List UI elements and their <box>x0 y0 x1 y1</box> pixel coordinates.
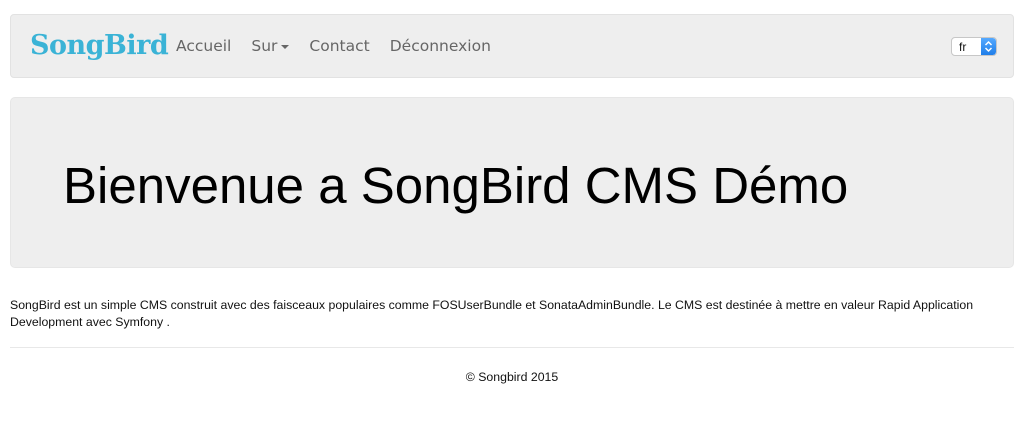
nav-item-label: Contact <box>309 37 370 55</box>
footer-divider <box>10 347 1014 348</box>
hero-jumbotron: Bienvenue a SongBird CMS Démo <box>10 97 1014 268</box>
nav-item-label: Sur <box>251 37 278 55</box>
select-arrows-icon <box>981 38 996 55</box>
nav-item-accueil[interactable]: Accueil <box>176 37 231 55</box>
caret-down-icon <box>281 44 290 49</box>
language-select[interactable]: fr <box>951 37 997 56</box>
nav-item-label: Déconnexion <box>389 37 491 55</box>
main-nav: Accueil Sur Contact Déconnexion <box>176 15 491 77</box>
nav-item-contact[interactable]: Contact <box>309 37 369 55</box>
navbar: SongBird Accueil Sur Contact Déconnexion… <box>10 14 1014 78</box>
nav-item-deconnexion[interactable]: Déconnexion <box>390 37 491 55</box>
nav-item-label: Accueil <box>176 37 232 55</box>
language-select-value: fr <box>959 39 967 54</box>
intro-paragraph: SongBird est un simple CMS construit ave… <box>10 298 974 329</box>
footer-copyright: © Songbird 2015 <box>465 370 559 384</box>
brand-logo[interactable]: SongBird <box>30 29 169 63</box>
hero-title: Bienvenue a SongBird CMS Démo <box>63 157 849 214</box>
nav-item-sur-dropdown[interactable]: Sur <box>251 37 290 55</box>
